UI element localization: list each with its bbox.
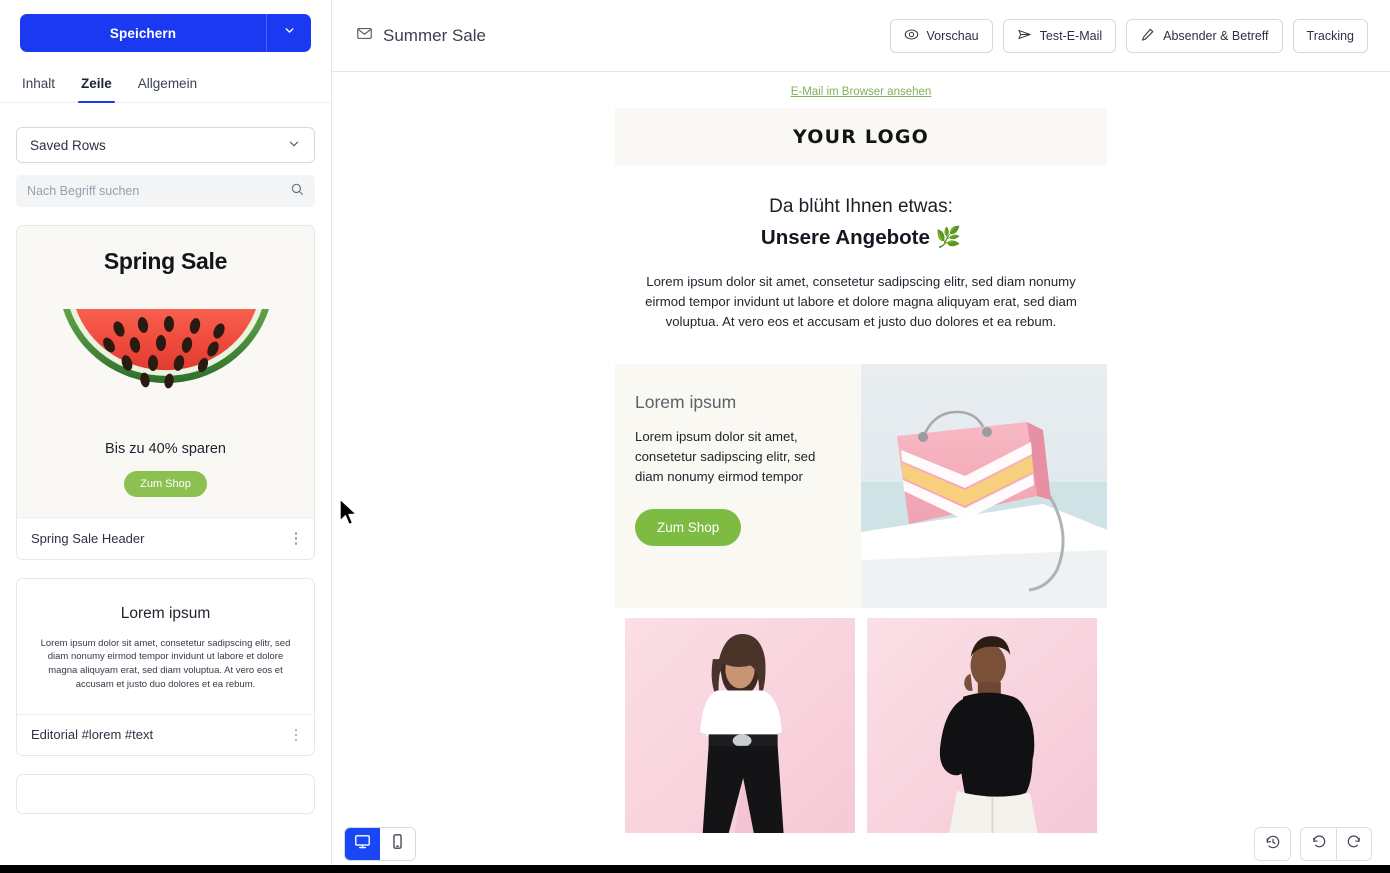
- saved-rows-select-value: Saved Rows: [30, 137, 106, 153]
- version-history-group: [1254, 827, 1291, 861]
- list-item[interactable]: [16, 774, 315, 815]
- watermelon-image: [31, 285, 300, 435]
- search-row-box: [16, 175, 315, 207]
- kebab-menu-icon[interactable]: [292, 529, 301, 548]
- view-in-browser-link[interactable]: E-Mail im Browser ansehen: [615, 72, 1107, 108]
- test-email-button-label: Test-E-Mail: [1039, 28, 1103, 43]
- toolbar-actions: Vorschau Test-E-Mail Absender & Betreff …: [889, 18, 1368, 53]
- test-email-button[interactable]: Test-E-Mail: [1002, 18, 1117, 53]
- preview-subtext: Bis zu 40% sparen: [105, 441, 226, 457]
- email-intro-paragraph[interactable]: Lorem ipsum dolor sit amet, consetetur s…: [615, 250, 1107, 332]
- undo-icon: [1311, 834, 1327, 855]
- monitor-icon: [354, 833, 371, 855]
- logo-text: YOUR LOGO: [792, 126, 930, 148]
- saved-row-footer: Spring Sale Header: [17, 517, 314, 559]
- tab-allgemein[interactable]: Allgemein: [138, 76, 197, 102]
- product-image[interactable]: [861, 364, 1107, 609]
- saved-row-preview: Spring Sale Bis zu 40% sparen Zum Shop: [17, 226, 314, 517]
- logo-band[interactable]: YOUR LOGO: [615, 108, 1107, 166]
- kebab-menu-icon[interactable]: [292, 726, 301, 745]
- redo-icon: [1346, 834, 1362, 855]
- saved-row-title: Spring Sale Header: [31, 530, 145, 546]
- email-heading-block[interactable]: Da blüht Ihnen etwas: Unsere Angebote 🌿: [615, 166, 1107, 250]
- save-button[interactable]: Speichern: [20, 14, 266, 52]
- smartphone-icon: [389, 833, 406, 855]
- saved-rows-select[interactable]: Saved Rows: [16, 127, 315, 163]
- saved-row-footer: Editorial #lorem #text: [17, 713, 314, 756]
- product-cta-button[interactable]: Zum Shop: [635, 508, 742, 546]
- device-toggle-desktop[interactable]: [345, 828, 380, 860]
- pencil-icon: [1140, 27, 1155, 45]
- save-row: Speichern: [0, 0, 331, 52]
- clock-history-icon: [1265, 834, 1281, 855]
- sidebar-panel: Saved Rows: [0, 103, 331, 207]
- preview-heading: Lorem ipsum: [120, 604, 211, 622]
- product-row: Lorem ipsum Lorem ipsum dolor sit amet, …: [615, 364, 1107, 609]
- envelope-icon: [356, 25, 373, 47]
- eye-icon: [904, 27, 919, 45]
- preview-heading: Spring Sale: [103, 248, 228, 274]
- history-controls: [1254, 827, 1372, 861]
- redo-button[interactable]: [1336, 828, 1371, 860]
- sender-subject-button-label: Absender & Betreff: [1163, 28, 1269, 43]
- product-title: Lorem ipsum: [635, 392, 737, 413]
- device-toggle-mobile[interactable]: [380, 828, 415, 860]
- tab-inhalt[interactable]: Inhalt: [22, 76, 55, 102]
- list-item[interactable]: Spring Sale Bis zu 40% sparen Zum Shop S…: [16, 225, 315, 560]
- preview-button[interactable]: Vorschau: [889, 18, 993, 53]
- undo-redo-group: [1300, 827, 1372, 861]
- chevron-down-icon: [287, 137, 301, 154]
- product-body: Lorem ipsum dolor sit amet, consetetur s…: [635, 429, 816, 484]
- undo-button[interactable]: [1301, 828, 1336, 860]
- saved-row-preview: Lorem ipsum Lorem ipsum dolor sit amet, …: [17, 578, 314, 714]
- gallery-row: [615, 618, 1107, 834]
- page-title: Summer Sale: [383, 25, 486, 45]
- tab-zeile[interactable]: Zeile: [78, 76, 115, 103]
- gallery-image-1[interactable]: [625, 618, 855, 834]
- email-builder-app: Speichern Inhalt Zeile Allgemein Saved R…: [0, 0, 1390, 873]
- saved-row-title: Editorial #lorem #text: [31, 727, 154, 743]
- search-icon[interactable]: [290, 182, 304, 201]
- paper-plane-icon: [1017, 27, 1032, 45]
- sidebar: Speichern Inhalt Zeile Allgemein Saved R…: [0, 0, 332, 873]
- save-dropdown-button[interactable]: [266, 14, 311, 52]
- document-title: Summer Sale: [356, 25, 486, 47]
- list-item[interactable]: Lorem ipsum Lorem ipsum dolor sit amet, …: [16, 577, 315, 757]
- device-preview-toggle: [344, 827, 416, 861]
- email-canvas: E-Mail im Browser ansehen YOUR LOGO Da b…: [332, 72, 1390, 873]
- screen-bottom-edge: [0, 865, 1390, 873]
- gallery-image-2[interactable]: [867, 618, 1097, 834]
- main-area: Summer Sale Vorschau Test-E-Mail Absende…: [332, 0, 1390, 873]
- preview-button-label: Vorschau: [926, 28, 979, 43]
- preview-body: Lorem ipsum dolor sit amet, consetetur s…: [40, 637, 291, 690]
- heading-line-1: Da blüht Ihnen etwas:: [769, 196, 953, 217]
- sender-subject-button[interactable]: Absender & Betreff: [1126, 18, 1283, 53]
- heading-line-2: Unsere Angebote 🌿: [760, 226, 962, 249]
- tracking-button-label: Tracking: [1306, 28, 1354, 43]
- top-toolbar: Summer Sale Vorschau Test-E-Mail Absende…: [332, 0, 1390, 72]
- sidebar-tabs: Inhalt Zeile Allgemein: [0, 52, 331, 103]
- saved-rows-list: Spring Sale Bis zu 40% sparen Zum Shop S…: [0, 225, 331, 873]
- preview-cta-button: Zum Shop: [124, 471, 207, 497]
- version-history-button[interactable]: [1255, 828, 1290, 860]
- email-document: E-Mail im Browser ansehen YOUR LOGO Da b…: [615, 72, 1107, 834]
- search-input[interactable]: [27, 184, 277, 198]
- chevron-down-icon: [283, 24, 296, 42]
- product-text-column[interactable]: Lorem ipsum Lorem ipsum dolor sit amet, …: [615, 364, 861, 609]
- tracking-button[interactable]: Tracking: [1292, 18, 1368, 53]
